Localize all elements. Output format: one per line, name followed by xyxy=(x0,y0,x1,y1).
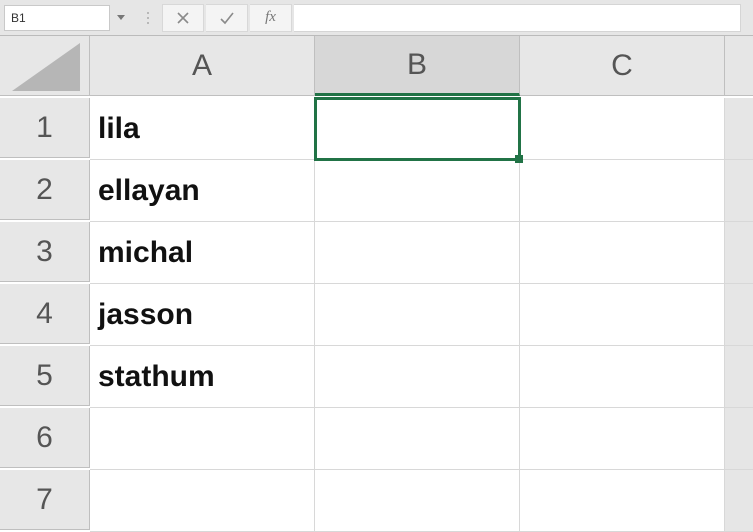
cell-B3[interactable] xyxy=(315,222,520,284)
column-header-extra xyxy=(725,36,753,96)
row-header-4[interactable]: 4 xyxy=(0,284,90,344)
cell-A4[interactable]: jasson xyxy=(90,284,315,346)
column-header-C[interactable]: C xyxy=(520,36,725,96)
row-header-label: 7 xyxy=(36,483,53,517)
row-header-label: 3 xyxy=(36,235,53,269)
check-icon xyxy=(219,11,235,25)
insert-function-button[interactable]: fx xyxy=(250,4,292,32)
chevron-down-icon xyxy=(117,15,125,20)
x-icon xyxy=(176,11,190,25)
row-header-label: 2 xyxy=(36,173,53,207)
cell-C6[interactable] xyxy=(520,408,725,470)
spreadsheet-grid: A B C 1 lila 2 ellayan 3 michal 4 jasson… xyxy=(0,36,753,532)
cell-value: michal xyxy=(98,236,193,270)
cell-A2[interactable]: ellayan xyxy=(90,160,315,222)
cell-extra xyxy=(725,160,753,222)
cell-A5[interactable]: stathum xyxy=(90,346,315,408)
cell-B1[interactable] xyxy=(315,98,520,160)
cell-extra xyxy=(725,470,753,532)
cell-C2[interactable] xyxy=(520,160,725,222)
row-header-label: 4 xyxy=(36,297,53,331)
row-header-label: 6 xyxy=(36,421,53,455)
cell-extra xyxy=(725,284,753,346)
column-header-label: C xyxy=(611,49,633,83)
cell-B7[interactable] xyxy=(315,470,520,532)
accept-button[interactable] xyxy=(206,4,248,32)
cell-B4[interactable] xyxy=(315,284,520,346)
row-header-label: 5 xyxy=(36,359,53,393)
cell-extra xyxy=(725,98,753,160)
cell-extra xyxy=(725,222,753,284)
cell-C7[interactable] xyxy=(520,470,725,532)
row-header-6[interactable]: 6 xyxy=(0,408,90,468)
cell-value: jasson xyxy=(98,298,193,332)
name-box-dropdown[interactable] xyxy=(112,5,130,31)
cell-C3[interactable] xyxy=(520,222,725,284)
formula-input[interactable] xyxy=(294,4,741,32)
column-header-label: B xyxy=(407,48,427,82)
cell-B2[interactable] xyxy=(315,160,520,222)
row-header-1[interactable]: 1 xyxy=(0,98,90,158)
cell-A6[interactable] xyxy=(90,408,315,470)
cell-C1[interactable] xyxy=(520,98,725,160)
cell-A3[interactable]: michal xyxy=(90,222,315,284)
cell-value: lila xyxy=(98,112,140,146)
row-header-2[interactable]: 2 xyxy=(0,160,90,220)
cell-B5[interactable] xyxy=(315,346,520,408)
select-all-triangle-icon xyxy=(12,43,80,91)
cancel-button[interactable] xyxy=(162,4,204,32)
cell-extra xyxy=(725,408,753,470)
cell-B6[interactable] xyxy=(315,408,520,470)
fx-icon: fx xyxy=(265,9,276,26)
separator-dots-icon xyxy=(142,12,154,24)
row-header-label: 1 xyxy=(36,111,53,145)
formula-bar: B1 fx xyxy=(0,0,753,36)
row-header-7[interactable]: 7 xyxy=(0,470,90,530)
cell-C5[interactable] xyxy=(520,346,725,408)
cell-A7[interactable] xyxy=(90,470,315,532)
row-header-5[interactable]: 5 xyxy=(0,346,90,406)
name-box-value: B1 xyxy=(11,11,26,25)
cell-value: stathum xyxy=(98,360,215,394)
cell-extra xyxy=(725,346,753,408)
cell-value: ellayan xyxy=(98,174,200,208)
cell-C4[interactable] xyxy=(520,284,725,346)
row-header-3[interactable]: 3 xyxy=(0,222,90,282)
select-all-corner[interactable] xyxy=(0,36,90,96)
name-box[interactable]: B1 xyxy=(4,5,110,31)
column-header-label: A xyxy=(192,49,212,83)
cell-A1[interactable]: lila xyxy=(90,98,315,160)
column-header-B[interactable]: B xyxy=(315,36,520,96)
column-header-A[interactable]: A xyxy=(90,36,315,96)
